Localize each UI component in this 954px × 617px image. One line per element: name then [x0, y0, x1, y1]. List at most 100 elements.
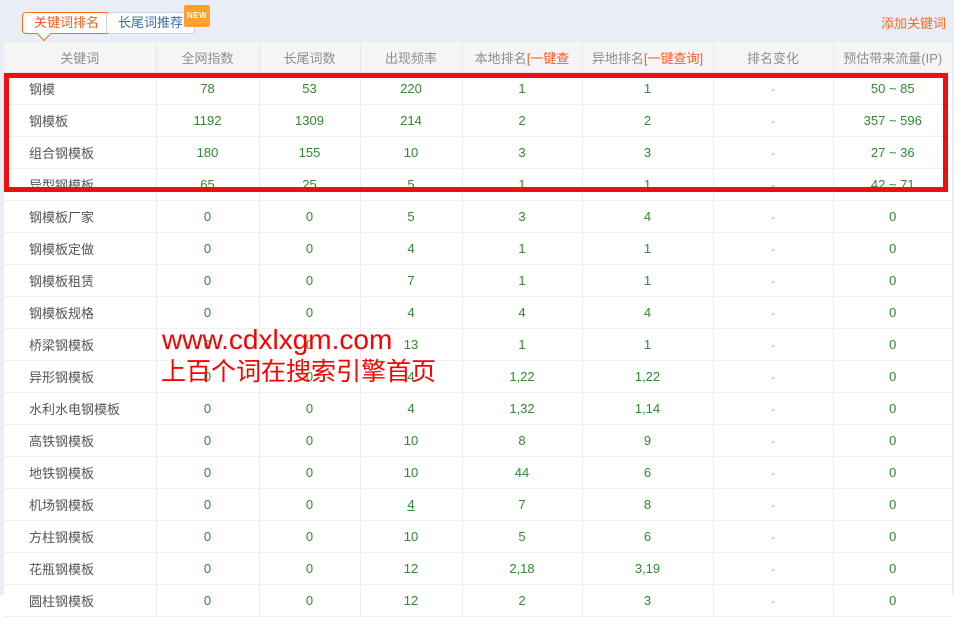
keyword-cell: 钢模板规格 — [4, 297, 156, 329]
tail-count-cell: 155 — [259, 137, 360, 169]
keyword-cell: 钢模板租赁 — [4, 265, 156, 297]
tab-longtail-recommend[interactable]: 长尾词推荐 NEW — [106, 12, 195, 34]
tail-count-cell: 0 — [259, 393, 360, 425]
remote-rank-cell: 1,22 — [582, 361, 713, 393]
index-cell: 0 — [156, 585, 259, 617]
local-rank-cell: 5 — [462, 521, 582, 553]
frequency-cell: 5 — [360, 169, 462, 201]
rank-change-cell: - — [713, 169, 833, 201]
index-cell: 0 — [156, 521, 259, 553]
keyword-cell: 高铁钢模板 — [4, 425, 156, 457]
remote-rank-cell: 3 — [582, 137, 713, 169]
local-rank-cell: 7 — [462, 489, 582, 521]
table-header: 关键词 全网指数 长尾词数 出现频率 本地排名[一键查 异地排名[一键查询] 排… — [4, 42, 952, 73]
header-tail-count: 长尾词数 — [259, 42, 360, 73]
index-cell: 0 — [156, 553, 259, 585]
header-estimated-traffic: 预估带来流量(IP) — [833, 42, 952, 73]
tail-count-cell: 0 — [259, 585, 360, 617]
traffic-cell: 0 — [833, 265, 952, 297]
rank-change-cell: - — [713, 457, 833, 489]
remote-rank-cell: 1 — [582, 169, 713, 201]
add-keyword-link[interactable]: 添加关键词 — [881, 13, 946, 32]
rank-change-cell: - — [713, 233, 833, 265]
rank-change-cell: - — [713, 105, 833, 137]
tail-count-cell: 0 — [259, 489, 360, 521]
frequency-cell: 4 — [360, 393, 462, 425]
remote-rank-cell: 4 — [582, 297, 713, 329]
keyword-cell: 机场钢模板 — [4, 489, 156, 521]
tail-count-cell: 0 — [259, 233, 360, 265]
table-body: 钢模785322011-50 ~ 85钢模板1192130921422-357 … — [4, 73, 952, 617]
tail-count-cell: 0 — [259, 457, 360, 489]
header-index: 全网指数 — [156, 42, 259, 73]
tab-keyword-ranking[interactable]: 关键词排名 — [22, 12, 111, 34]
table-row: 圆柱钢模板001223-0 — [4, 585, 952, 617]
traffic-cell: 0 — [833, 297, 952, 329]
frequency-cell: 220 — [360, 73, 462, 105]
rank-change-cell: - — [713, 73, 833, 105]
local-rank-cell: 1 — [462, 265, 582, 297]
traffic-cell: 0 — [833, 201, 952, 233]
index-cell: 0 — [156, 297, 259, 329]
local-rank-cell: 4 — [462, 297, 582, 329]
traffic-cell: 0 — [833, 457, 952, 489]
frequency-cell: 214 — [360, 105, 462, 137]
tail-count-cell: 25 — [259, 169, 360, 201]
traffic-cell: 0 — [833, 425, 952, 457]
frequency-cell[interactable]: 4 — [360, 489, 462, 521]
keyword-cell: 钢模 — [4, 73, 156, 105]
frequency-cell: 10 — [360, 457, 462, 489]
frequency-cell: 4 — [360, 361, 462, 393]
keyword-cell: 圆柱钢模板 — [4, 585, 156, 617]
table-row: 钢模板厂家00534-0 — [4, 201, 952, 233]
remote-rank-cell: 6 — [582, 521, 713, 553]
table-row: 地铁钢模板0010446-0 — [4, 457, 952, 489]
keyword-cell: 花瓶钢模板 — [4, 553, 156, 585]
frequency-cell: 4 — [360, 233, 462, 265]
rank-change-cell: - — [713, 137, 833, 169]
rank-change-cell: - — [713, 553, 833, 585]
rank-change-cell: - — [713, 425, 833, 457]
local-rank-cell: 8 — [462, 425, 582, 457]
index-cell: 0 — [156, 361, 259, 393]
frequency-cell: 12 — [360, 585, 462, 617]
keyword-cell: 异形钢模板 — [4, 361, 156, 393]
tail-count-cell: 0 — [259, 361, 360, 393]
remote-rank-cell: 1 — [582, 233, 713, 265]
index-cell: 180 — [156, 137, 259, 169]
rank-change-cell: - — [713, 489, 833, 521]
table-row: 组合钢模板1801551033-27 ~ 36 — [4, 137, 952, 169]
local-rank-cell: 1,32 — [462, 393, 582, 425]
table-row: 桥梁钢模板001311-0 — [4, 329, 952, 361]
frequency-cell: 10 — [360, 521, 462, 553]
tail-count-cell: 0 — [259, 265, 360, 297]
remote-rank-cell: 2 — [582, 105, 713, 137]
local-rank-cell: 3 — [462, 201, 582, 233]
frequency-cell: 4 — [360, 297, 462, 329]
local-rank-check-link[interactable]: [一键查 — [527, 51, 570, 66]
traffic-cell: 357 ~ 596 — [833, 105, 952, 137]
table-row: 高铁钢模板001089-0 — [4, 425, 952, 457]
rank-change-cell: - — [713, 393, 833, 425]
keyword-table: 关键词 全网指数 长尾词数 出现频率 本地排名[一键查 异地排名[一键查询] 排… — [4, 42, 952, 617]
table-row: 水利水电钢模板0041,321,14-0 — [4, 393, 952, 425]
keyword-cell: 地铁钢模板 — [4, 457, 156, 489]
keyword-cell: 方柱钢模板 — [4, 521, 156, 553]
traffic-cell: 0 — [833, 393, 952, 425]
index-cell: 65 — [156, 169, 259, 201]
local-rank-cell: 1 — [462, 329, 582, 361]
index-cell: 0 — [156, 425, 259, 457]
rank-change-cell: - — [713, 521, 833, 553]
frequency-cell: 12 — [360, 553, 462, 585]
keyword-cell: 水利水电钢模板 — [4, 393, 156, 425]
table-row: 钢模板定做00411-0 — [4, 233, 952, 265]
remote-rank-check-link[interactable]: [一键查询] — [644, 51, 703, 66]
tail-count-cell: 0 — [259, 297, 360, 329]
local-rank-cell: 1 — [462, 233, 582, 265]
tail-count-cell: 0 — [259, 521, 360, 553]
remote-rank-cell: 1 — [582, 73, 713, 105]
traffic-cell: 0 — [833, 233, 952, 265]
frequency-cell: 13 — [360, 329, 462, 361]
remote-rank-cell: 1 — [582, 329, 713, 361]
header-keyword: 关键词 — [4, 42, 156, 73]
